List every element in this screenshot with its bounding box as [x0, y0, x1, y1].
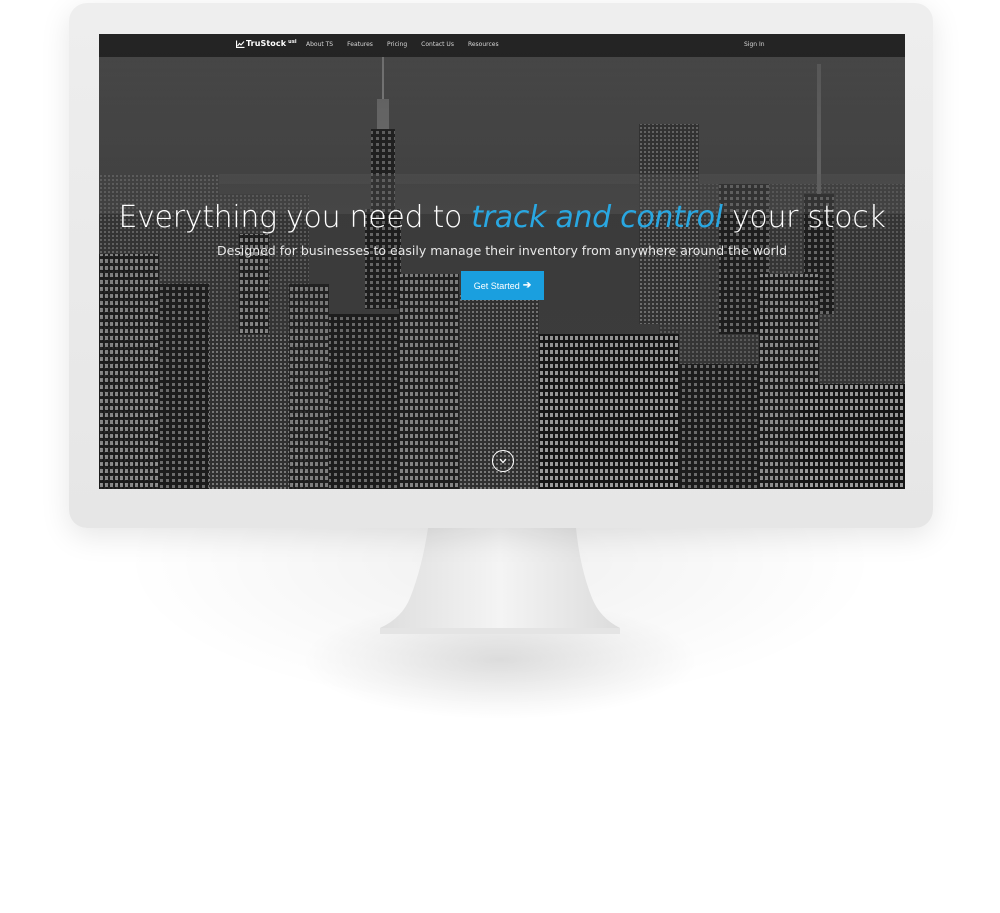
hero-title-end: your stock — [722, 200, 886, 235]
brand-superscript: usi — [288, 38, 297, 45]
hero-subtitle: Designed for businesses to easily manage… — [216, 243, 788, 258]
device-mockup: TruStock usi About TS Features Pricing C… — [0, 0, 1000, 913]
hero-title-accent: track and control — [471, 200, 723, 235]
chart-logo-icon — [236, 40, 245, 48]
monitor-stand — [380, 528, 620, 634]
sign-in-link[interactable]: Sign In — [744, 41, 765, 48]
arrow-right-icon: ➔ — [522, 280, 532, 291]
get-started-button[interactable]: Get Started ➔ — [461, 271, 544, 300]
dark-overlay — [99, 34, 905, 489]
get-started-label: Get Started — [473, 280, 520, 291]
hero-title: Everything you need to track and control… — [99, 200, 905, 235]
nav-link-resources[interactable]: Resources — [468, 41, 499, 48]
nav-link-pricing[interactable]: Pricing — [387, 41, 407, 48]
screen: TruStock usi About TS Features Pricing C… — [99, 34, 905, 489]
nav-link-contact[interactable]: Contact Us — [421, 41, 454, 48]
nav-link-features[interactable]: Features — [347, 41, 373, 48]
brand-logo[interactable]: TruStock usi — [236, 39, 297, 48]
chevron-down-icon — [499, 458, 507, 464]
hero-title-start: Everything you need to — [118, 200, 472, 235]
scroll-down-button[interactable] — [492, 450, 514, 472]
brand-name: TruStock — [246, 39, 287, 48]
nav-links: About TS Features Pricing Contact Us Res… — [306, 41, 513, 48]
nav-link-about[interactable]: About TS — [306, 41, 333, 48]
top-navbar: TruStock usi About TS Features Pricing C… — [99, 34, 905, 57]
